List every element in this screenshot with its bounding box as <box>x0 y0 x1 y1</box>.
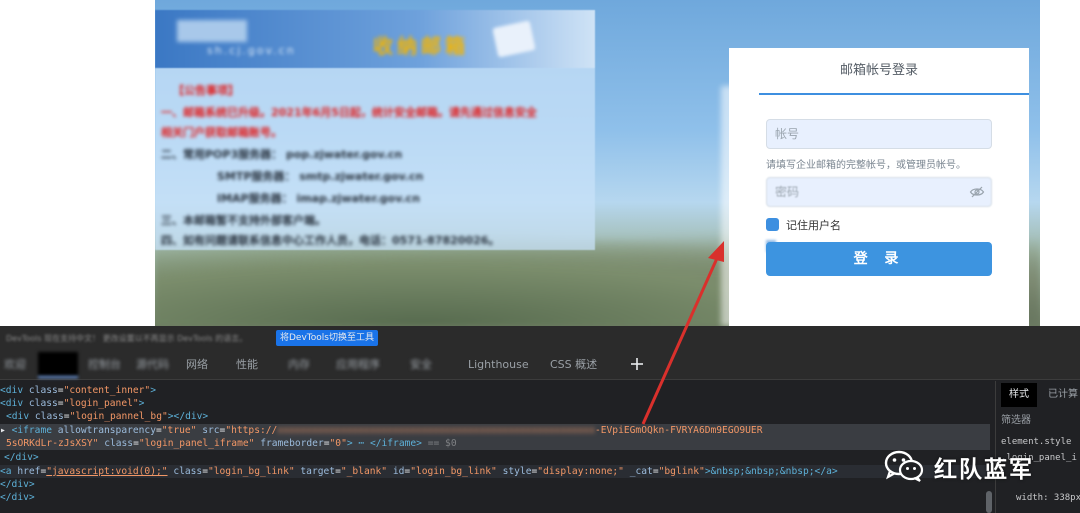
wechat-icon <box>884 450 924 482</box>
css-declaration[interactable]: width: 338px <box>1016 493 1080 503</box>
tab-application[interactable]: 应用程序 <box>336 350 380 380</box>
dom-tree: <div class="content_inner"> <div class="… <box>0 381 990 513</box>
devtools-language-button[interactable]: 将DevTools切换至工具 <box>276 330 378 346</box>
tab-welcome[interactable]: 欢迎 <box>4 350 26 380</box>
remember-label[interactable]: 记住用户名 <box>786 217 841 233</box>
login-card: 邮箱帐号登录 请填写企业邮箱的完整帐号，或管理员帐号。 记住用户名 登 录 <box>721 48 1029 326</box>
watermark-text: 红队蓝军 <box>934 457 1034 483</box>
tab-styles[interactable]: 样式 <box>1001 383 1037 407</box>
tab-console[interactable]: 控制台 <box>88 350 121 380</box>
plus-icon[interactable] <box>628 355 646 373</box>
login-card-title: 邮箱帐号登录 <box>839 63 918 78</box>
dom-node-close[interactable]: </div> <box>4 451 39 464</box>
dom-node[interactable]: <div class="content_inner"> <box>0 384 156 397</box>
styles-filter-input[interactable]: 筛选器 <box>1001 413 1079 429</box>
devtools-info-text: DevTools 现在支持中文！ 更改设置以不再显示 DevTools 的语言。 <box>6 334 248 343</box>
dom-node-close[interactable]: </div> <box>0 478 35 491</box>
envelope-icon <box>492 20 536 58</box>
notice-line: SMTP服务器： smtp.zjwater.gov.cn <box>217 170 424 183</box>
anchor-node[interactable]: <a href="javascript:void(0);" class="log… <box>0 465 838 478</box>
devtools-panel: DevTools 现在支持中文！ 更改设置以不再显示 DevTools 的语言。… <box>0 326 1080 513</box>
remember-checkbox[interactable] <box>766 218 779 231</box>
styles-pane: 样式 已计算 筛选器 element.style .login_panel_i … <box>995 381 1080 513</box>
title-underline <box>759 93 1029 95</box>
dom-node-close[interactable]: </div> <box>0 491 35 504</box>
tab-security[interactable]: 安全 <box>410 350 432 380</box>
notice-line: IMAP服务器： imap.zjwater.gov.cn <box>217 192 420 205</box>
account-input[interactable] <box>766 119 992 149</box>
webmail-login-page: sh.cj.gov.cn 收纳邮箱 【公告事项】 一、邮箱系统已升级。2021年… <box>0 0 1080 326</box>
tab-network[interactable]: 网络 <box>186 350 208 380</box>
iframe-node[interactable]: ▸ <iframe allowtransparency="true" src="… <box>0 424 763 437</box>
login-button[interactable]: 登 录 <box>766 242 992 276</box>
password-input[interactable] <box>766 177 992 207</box>
tab-css-overview[interactable]: CSS 概述 <box>550 350 597 380</box>
site-title-blurred <box>177 20 247 42</box>
notice-line: 二、常用POP3服务器： pop.zjwater.gov.cn <box>161 148 403 161</box>
dom-node[interactable]: <div class="login_pannel_bg"></div> <box>6 410 208 423</box>
tab-elements[interactable] <box>38 352 78 378</box>
eye-slash-icon[interactable] <box>969 184 985 200</box>
mail-logo-text: 收纳邮箱 <box>373 34 469 58</box>
redacted-url: xxxxxxxxxxxxxxxxxxxxxxxxxxxxxxxxxxxxxxxx… <box>277 425 595 436</box>
notice-panel: sh.cj.gov.cn 收纳邮箱 【公告事项】 一、邮箱系统已升级。2021年… <box>155 10 595 250</box>
tab-performance[interactable]: 性能 <box>236 350 258 380</box>
tab-computed[interactable]: 已计算 <box>1048 383 1078 407</box>
tab-sources[interactable]: 源代码 <box>136 350 169 380</box>
notice-line: 一、邮箱系统已升级。2021年6月5日起，统计安全邮箱。请先通过信息安全 <box>161 106 537 119</box>
iframe-node-cont[interactable]: 5sORKdLr-zJsXSY" class="login_panel_ifra… <box>6 437 457 450</box>
dom-tree-scrollbar[interactable] <box>986 491 992 513</box>
tab-lighthouse[interactable]: Lighthouse <box>468 350 529 380</box>
notice-header: sh.cj.gov.cn 收纳邮箱 <box>155 10 595 68</box>
notice-line: 三、本邮箱暂不支持外部客户端。 <box>161 214 326 227</box>
element-style-rule: element.style <box>1001 437 1072 447</box>
dom-node[interactable]: <div class="login_panel"> <box>0 397 144 410</box>
devtools-info-bar: DevTools 现在支持中文！ 更改设置以不再显示 DevTools 的语言。… <box>0 326 1080 350</box>
notice-heading: 【公告事项】 <box>173 84 239 97</box>
tab-memory[interactable]: 内存 <box>288 350 310 380</box>
account-hint: 请填写企业邮箱的完整帐号，或管理员帐号。 <box>766 160 966 171</box>
devtools-tabbar: 欢迎 控制台 源代码 网络 性能 内存 应用程序 安全 Lighthouse C… <box>0 350 1080 380</box>
notice-line: 四、如有问题请联系信息中心工作人员，电话：0571-87820026。 <box>161 234 500 247</box>
notice-line: 相关门户获取邮箱账号。 <box>161 126 282 139</box>
login-card-edge <box>721 86 757 326</box>
site-domain: sh.cj.gov.cn <box>207 44 296 57</box>
